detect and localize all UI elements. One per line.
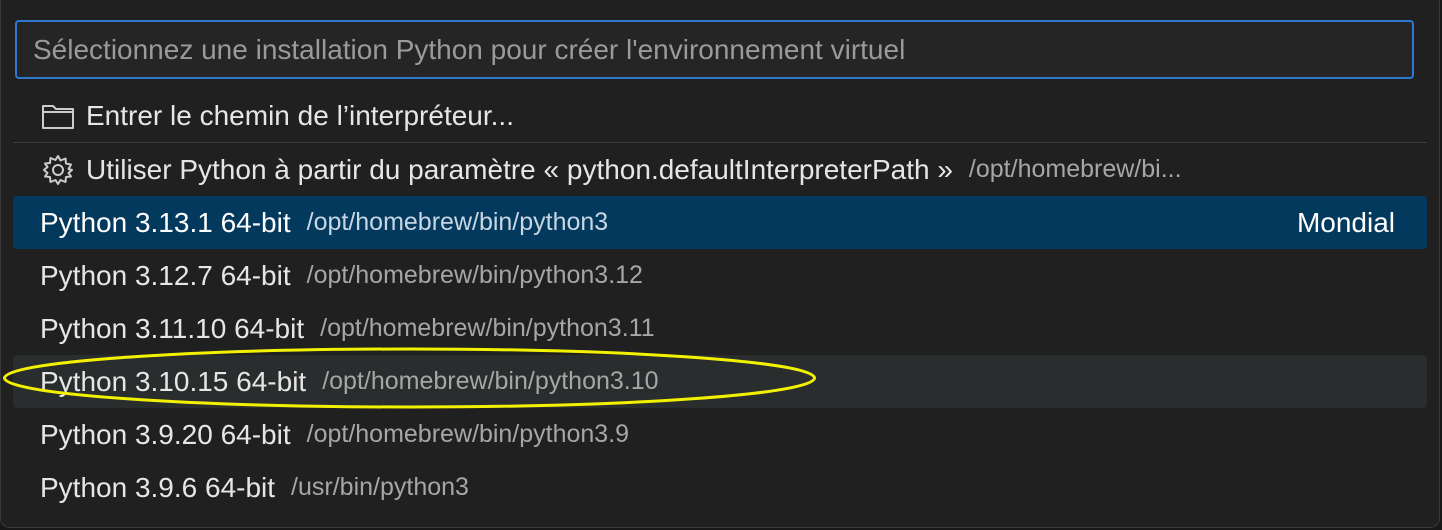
interpreter-item-python-3-10-15[interactable]: Python 3.10.15 64-bit /opt/homebrew/bin/… — [13, 355, 1427, 408]
item-description: /opt/homebrew/bin/python3.9 — [306, 420, 630, 448]
interpreter-list: Entrer le chemin de l’interpréteur... Ut… — [13, 89, 1427, 514]
item-label: Python 3.9.6 64-bit — [40, 471, 276, 503]
item-label: Python 3.11.10 64-bit — [40, 312, 305, 344]
item-label: Python 3.9.20 64-bit — [40, 418, 291, 450]
gear-icon — [40, 152, 76, 188]
search-box — [15, 20, 1414, 79]
item-label: Python 3.12.7 64-bit — [40, 259, 291, 291]
item-label: Utiliser Python à partir du paramètre « … — [86, 153, 953, 185]
item-description: /opt/homebrew/bin/python3.11 — [320, 314, 655, 342]
interpreter-item-python-3-13-1[interactable]: Python 3.13.1 64-bit /opt/homebrew/bin/p… — [13, 196, 1427, 249]
item-description: /opt/homebrew/bi... — [968, 155, 1182, 183]
item-description: /opt/homebrew/bin/python3.12 — [306, 261, 643, 289]
interpreter-item-python-3-9-6[interactable]: Python 3.9.6 64-bit /usr/bin/python3 — [13, 461, 1427, 514]
interpreter-item-python-3-9-20[interactable]: Python 3.9.20 64-bit /opt/homebrew/bin/p… — [13, 408, 1427, 461]
item-description: /opt/homebrew/bin/python3.10 — [322, 367, 659, 395]
folder-icon — [40, 98, 76, 134]
item-label: Entrer le chemin de l’interpréteur... — [86, 99, 514, 131]
item-description: /usr/bin/python3 — [291, 473, 469, 501]
interpreter-item-python-3-11-10[interactable]: Python 3.11.10 64-bit /opt/homebrew/bin/… — [13, 302, 1427, 355]
item-label: Python 3.10.15 64-bit — [40, 365, 307, 397]
global-badge: Mondial — [1296, 206, 1395, 238]
interpreter-quick-pick: Entrer le chemin de l’interpréteur... Ut… — [0, 0, 1440, 528]
interpreter-item-python-3-12-7[interactable]: Python 3.12.7 64-bit /opt/homebrew/bin/p… — [13, 249, 1427, 302]
item-description: /opt/homebrew/bin/python3 — [306, 208, 609, 236]
enter-interpreter-path-item[interactable]: Entrer le chemin de l’interpréteur... — [13, 89, 1427, 142]
search-input[interactable] — [17, 22, 1412, 77]
use-default-interpreter-path-item[interactable]: Utiliser Python à partir du paramètre « … — [13, 143, 1427, 196]
item-label: Python 3.13.1 64-bit — [40, 206, 291, 238]
